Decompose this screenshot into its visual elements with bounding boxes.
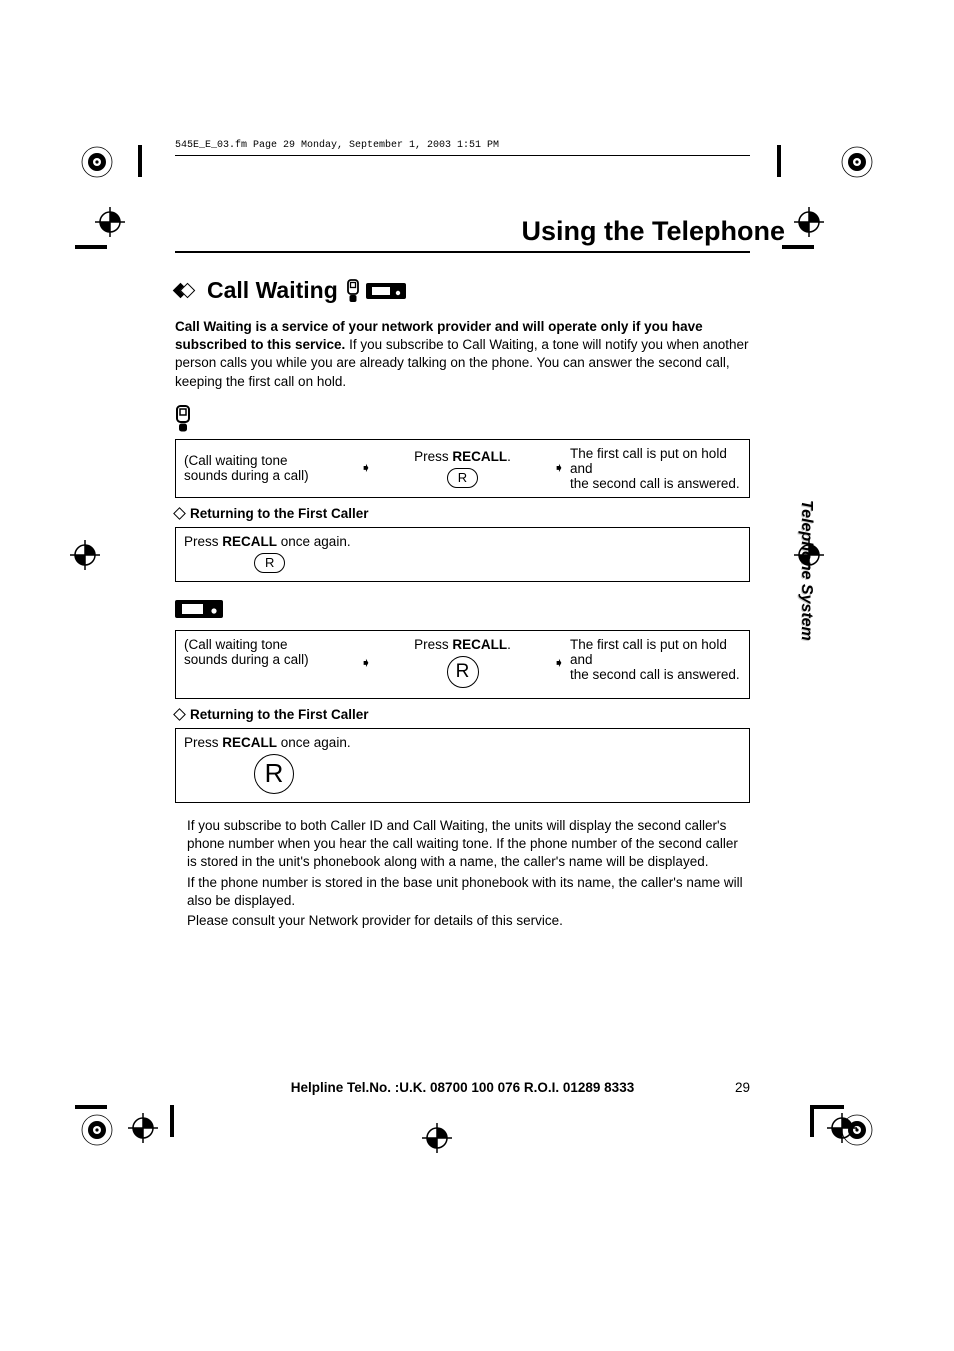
crosshair-mark-icon	[827, 1113, 857, 1143]
step3-line2: the second call is answered.	[570, 667, 741, 682]
diamond-icon	[173, 708, 186, 721]
step1-line2: sounds during a call)	[184, 652, 355, 667]
recall-key-circle-large: R	[254, 754, 294, 794]
note-paragraph-3: Please consult your Network provider for…	[187, 912, 745, 930]
registration-mark-icon	[80, 1113, 114, 1147]
registration-mark-icon	[840, 145, 874, 179]
step3-line1: The first call is put on hold and	[570, 637, 741, 667]
base-unit-icon	[366, 280, 406, 302]
handset-return-box: Press RECALL once again. R	[175, 527, 750, 582]
section-title: Call Waiting	[207, 277, 338, 304]
recall-key-oval: R	[254, 553, 285, 573]
crop-bar-icon	[75, 245, 107, 249]
crop-bar-icon	[75, 1105, 107, 1109]
header-rule	[175, 155, 750, 156]
return-subheading: Returning to the First Caller	[175, 506, 795, 521]
crosshair-mark-icon	[422, 1123, 452, 1153]
page-footer: Helpline Tel.No. :U.K. 08700 100 076 R.O…	[175, 1080, 750, 1095]
step3-line1: The first call is put on hold and	[570, 446, 741, 476]
step2-text: Press RECALL.	[377, 449, 548, 464]
recall-key-circle: R	[447, 656, 479, 688]
handset-variant-icon	[175, 405, 795, 433]
return-text-2: Press RECALL once again.	[184, 735, 741, 750]
crop-bar-icon	[812, 1105, 844, 1109]
note-paragraph-2: If the phone number is stored in the bas…	[187, 874, 745, 910]
page-content: 545E_E_03.fm Page 29 Monday, September 1…	[175, 140, 795, 932]
document-title: Using the Telephone	[175, 216, 795, 247]
diamond-icon	[173, 507, 186, 520]
diamond-bullet-icon	[175, 284, 199, 298]
crop-bar-icon	[777, 145, 781, 177]
arrow-icon: ➧	[552, 637, 566, 671]
arrow-icon: ➧	[359, 637, 373, 671]
print-header-line: 545E_E_03.fm Page 29 Monday, September 1…	[175, 140, 795, 151]
step3-text: The first call is put on hold and the se…	[570, 446, 741, 491]
crop-bar-icon	[810, 1105, 814, 1137]
step1-line2: sounds during a call)	[184, 468, 355, 483]
step1-line1: (Call waiting tone	[184, 453, 355, 468]
step1-line1: (Call waiting tone	[184, 637, 355, 652]
crosshair-mark-icon	[95, 207, 125, 237]
helpline-text: Helpline Tel.No. :U.K. 08700 100 076 R.O…	[205, 1080, 720, 1095]
step2-col: Press RECALL. R	[377, 449, 548, 488]
notes-block: If you subscribe to both Caller ID and C…	[175, 817, 745, 930]
page-number: 29	[720, 1080, 750, 1095]
step1-text: (Call waiting tone sounds during a call)	[184, 637, 355, 667]
handset-icon	[346, 279, 360, 303]
crosshair-mark-icon	[794, 540, 824, 570]
section-device-icons	[346, 279, 406, 303]
recall-key-oval: R	[447, 468, 478, 488]
crosshair-mark-icon	[128, 1113, 158, 1143]
side-tab-label: Telephone System	[797, 500, 815, 641]
crop-bar-icon	[138, 145, 142, 177]
title-rule	[175, 251, 750, 253]
step2-col: Press RECALL. R	[377, 637, 548, 688]
crop-bar-icon	[170, 1105, 174, 1137]
handset-steps-box: (Call waiting tone sounds during a call)…	[175, 439, 750, 498]
subheading-text: Returning to the First Caller	[190, 506, 369, 521]
crosshair-mark-icon	[794, 207, 824, 237]
base-return-box: Press RECALL once again. R	[175, 728, 750, 803]
return-text: Press RECALL once again.	[184, 534, 741, 549]
arrow-icon: ➧	[552, 460, 566, 476]
base-steps-box: (Call waiting tone sounds during a call)…	[175, 630, 750, 699]
section-heading: Call Waiting	[175, 277, 795, 304]
arrow-icon: ➧	[359, 460, 373, 476]
return-subheading-2: Returning to the First Caller	[175, 707, 795, 722]
intro-paragraph: Call Waiting is a service of your networ…	[175, 318, 750, 391]
step3-text: The first call is put on hold and the se…	[570, 637, 741, 682]
step2-text: Press RECALL.	[377, 637, 548, 652]
base-variant-icon	[175, 596, 795, 622]
step3-line2: the second call is answered.	[570, 476, 741, 491]
note-paragraph-1: If you subscribe to both Caller ID and C…	[187, 817, 745, 872]
registration-mark-icon	[80, 145, 114, 179]
step1-text: (Call waiting tone sounds during a call)	[184, 453, 355, 483]
crop-bar-icon	[782, 245, 814, 249]
subheading-text-2: Returning to the First Caller	[190, 707, 369, 722]
crosshair-mark-icon	[70, 540, 100, 570]
